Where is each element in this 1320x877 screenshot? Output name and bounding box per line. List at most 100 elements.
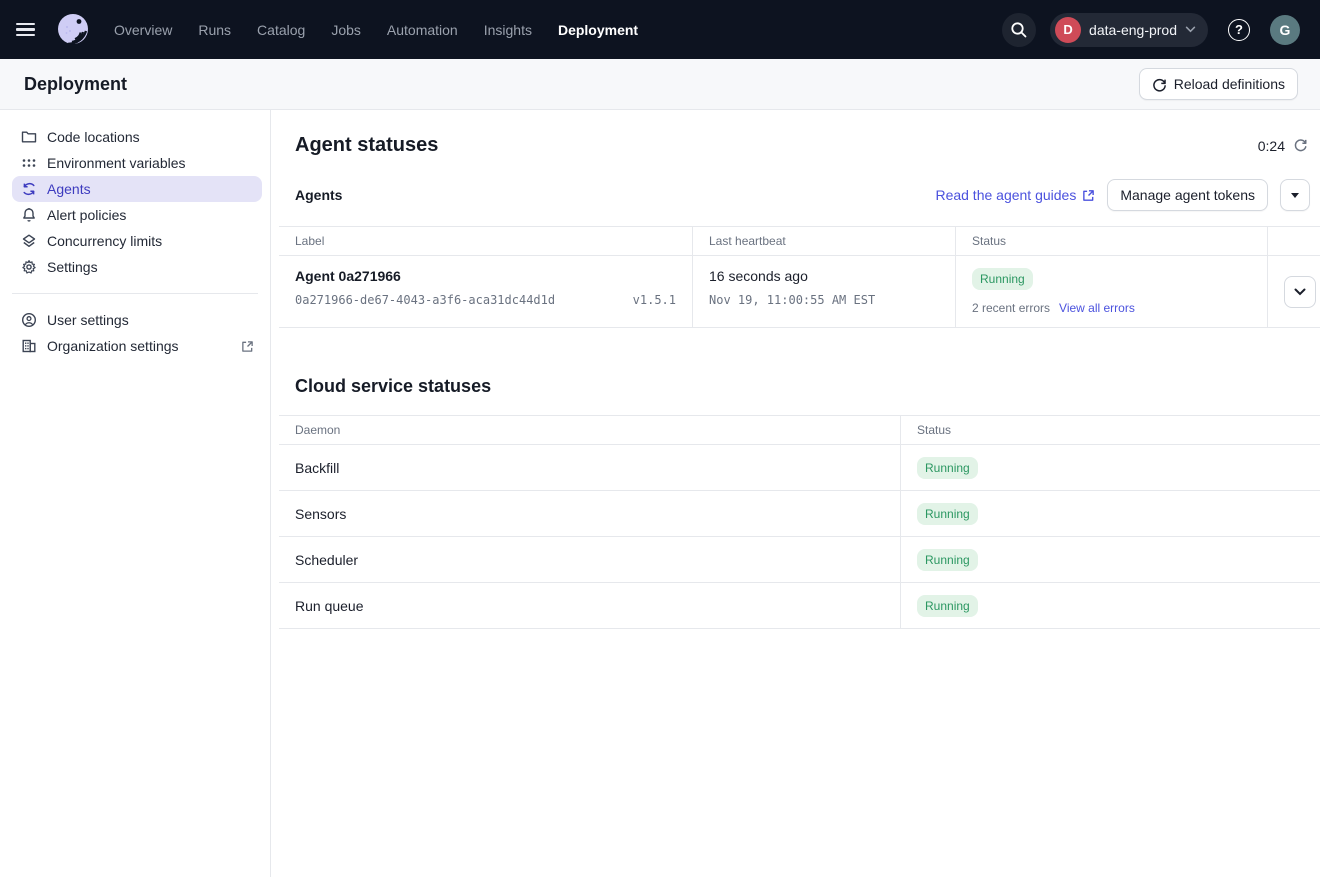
column-header-heartbeat: Last heartbeat	[692, 227, 955, 255]
column-header-label: Label	[279, 227, 692, 255]
chevron-down-icon	[1185, 26, 1196, 33]
sidebar-item-label: Code locations	[47, 129, 140, 145]
nav-item-jobs[interactable]: Jobs	[331, 22, 361, 38]
sidebar-item-alert-policies[interactable]: Alert policies	[12, 202, 262, 228]
deployment-sidebar: Code locations Environment variables Age…	[0, 110, 271, 877]
sidebar-item-label: Alert policies	[47, 207, 126, 223]
deployment-switcher-label: data-eng-prod	[1089, 22, 1177, 38]
daemon-row-sensors: Sensors Running	[279, 491, 1320, 537]
agent-guides-link[interactable]: Read the agent guides	[935, 187, 1095, 203]
column-header-status: Status	[955, 227, 1267, 255]
nav-item-overview[interactable]: Overview	[114, 22, 172, 38]
agent-status-cell: Running 2 recent errors View all errors	[955, 256, 1267, 327]
agent-statuses-title: Agent statuses	[295, 134, 438, 157]
sidebar-item-user-settings[interactable]: User settings	[12, 307, 262, 333]
sidebar-item-concurrency-limits[interactable]: Concurrency limits	[12, 228, 262, 254]
reload-definitions-label: Reload definitions	[1174, 76, 1285, 92]
nav-item-runs[interactable]: Runs	[198, 22, 231, 38]
refresh-countdown: 0:24	[1258, 138, 1308, 154]
nav-item-catalog[interactable]: Catalog	[257, 22, 305, 38]
agent-guides-link-label: Read the agent guides	[935, 187, 1076, 203]
sidebar-divider	[12, 293, 258, 294]
sidebar-item-label: Environment variables	[47, 155, 186, 171]
column-header-status: Status	[900, 416, 1320, 444]
sidebar-item-code-locations[interactable]: Code locations	[12, 124, 262, 150]
agent-heartbeat-cell: 16 seconds ago Nov 19, 11:00:55 AM EST	[692, 256, 955, 327]
dagster-logo[interactable]	[54, 11, 92, 49]
chevron-down-icon	[1294, 288, 1306, 296]
status-badge: Running	[917, 457, 978, 479]
layers-icon	[20, 233, 37, 250]
user-avatar[interactable]: G	[1270, 15, 1300, 45]
building-icon	[20, 338, 37, 355]
agents-section-label: Agents	[295, 187, 342, 203]
expand-agent-row-button[interactable]	[1284, 276, 1316, 308]
hamburger-menu-icon[interactable]	[16, 17, 42, 43]
countdown-value: 0:24	[1258, 138, 1285, 154]
help-icon: ?	[1228, 19, 1250, 41]
sidebar-item-organization-settings[interactable]: Organization settings	[12, 333, 262, 359]
cloud-service-statuses-title: Cloud service statuses	[295, 376, 491, 397]
external-link-icon	[241, 340, 254, 353]
daemon-row-run-queue: Run queue Running	[279, 583, 1320, 629]
daemon-name: Sensors	[279, 491, 900, 536]
bell-icon	[20, 207, 37, 224]
heartbeat-relative: 16 seconds ago	[709, 268, 939, 284]
nav-item-deployment[interactable]: Deployment	[558, 22, 638, 38]
deployment-badge: D	[1055, 17, 1081, 43]
variables-icon	[20, 155, 37, 172]
reload-definitions-button[interactable]: Reload definitions	[1139, 68, 1298, 100]
help-button[interactable]: ?	[1222, 13, 1256, 47]
recent-errors-count: 2 recent errors	[972, 301, 1050, 315]
agent-id: 0a271966-de67-4043-a3f6-aca31dc44d1d	[295, 293, 555, 307]
status-badge: Running	[917, 549, 978, 571]
status-badge: Running	[917, 503, 978, 525]
agent-expand-cell	[1267, 256, 1320, 327]
agent-label-cell: Agent 0a271966 0a271966-de67-4043-a3f6-a…	[279, 256, 692, 327]
cloud-services-table: Daemon Status Backfill Running Sensors R…	[279, 415, 1320, 629]
manage-agent-tokens-label: Manage agent tokens	[1120, 187, 1255, 203]
page-header: Deployment Reload definitions	[0, 59, 1320, 110]
view-all-errors-link[interactable]: View all errors	[1059, 301, 1135, 315]
caret-down-icon	[1291, 193, 1299, 198]
column-header-daemon: Daemon	[279, 416, 900, 444]
sidebar-item-environment-variables[interactable]: Environment variables	[12, 150, 262, 176]
nav-item-automation[interactable]: Automation	[387, 22, 458, 38]
manage-agent-tokens-button[interactable]: Manage agent tokens	[1107, 179, 1268, 211]
refresh-icon[interactable]	[1293, 138, 1308, 153]
status-badge: Running	[972, 268, 1033, 290]
heartbeat-timestamp: Nov 19, 11:00:55 AM EST	[709, 293, 939, 307]
main-content: Agent statuses 0:24 Agents Read the agen…	[271, 110, 1320, 877]
nav-item-insights[interactable]: Insights	[484, 22, 532, 38]
daemon-row-scheduler: Scheduler Running	[279, 537, 1320, 583]
daemon-name: Scheduler	[279, 537, 900, 582]
daemon-row-backfill: Backfill Running	[279, 445, 1320, 491]
sidebar-item-label: Organization settings	[47, 338, 179, 354]
sidebar-item-label: User settings	[47, 312, 129, 328]
agent-name: Agent 0a271966	[295, 268, 676, 284]
agents-table: Label Last heartbeat Status Agent 0a2719…	[279, 226, 1320, 328]
gear-icon	[20, 259, 37, 276]
status-badge: Running	[917, 595, 978, 617]
primary-nav: Overview Runs Catalog Jobs Automation In…	[114, 22, 638, 38]
search-button[interactable]	[1002, 13, 1036, 47]
external-link-icon	[1082, 189, 1095, 202]
sidebar-item-agents[interactable]: Agents	[12, 176, 262, 202]
column-header-expand	[1267, 227, 1320, 255]
folder-icon	[20, 129, 37, 146]
search-icon	[1010, 21, 1028, 39]
deployment-switcher[interactable]: D data-eng-prod	[1050, 13, 1208, 47]
top-nav: Overview Runs Catalog Jobs Automation In…	[0, 0, 1320, 59]
sidebar-item-label: Agents	[47, 181, 91, 197]
agent-row: Agent 0a271966 0a271966-de67-4043-a3f6-a…	[279, 256, 1320, 328]
user-icon	[20, 312, 37, 329]
agent-version: v1.5.1	[633, 293, 676, 307]
daemon-name: Run queue	[279, 583, 900, 628]
agent-icon	[20, 181, 37, 198]
sidebar-item-settings[interactable]: Settings	[12, 254, 262, 280]
reload-icon	[1152, 77, 1167, 92]
sidebar-item-label: Concurrency limits	[47, 233, 162, 249]
page-title: Deployment	[24, 74, 127, 95]
agent-actions-dropdown-button[interactable]	[1280, 179, 1310, 211]
sidebar-item-label: Settings	[47, 259, 98, 275]
